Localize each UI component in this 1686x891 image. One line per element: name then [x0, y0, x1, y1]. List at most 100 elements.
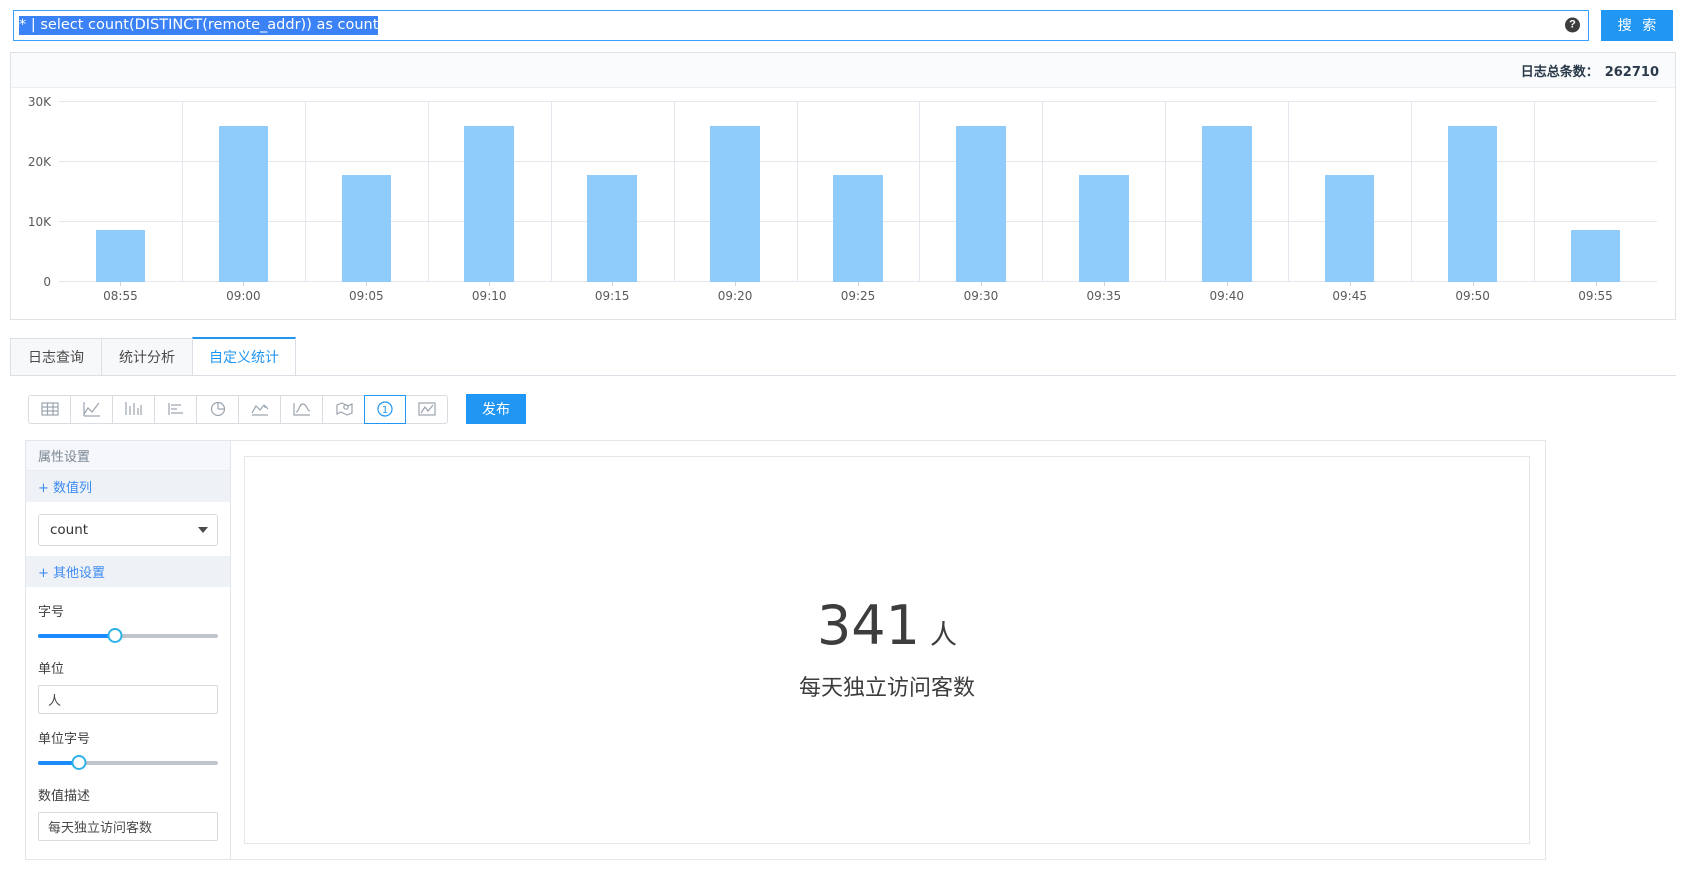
map-chart-icon[interactable]	[322, 394, 364, 424]
x-axis-tick-mark	[1349, 282, 1351, 286]
value-desc-input[interactable]: 每天独立访问客数	[38, 812, 218, 841]
unit-label: 单位	[38, 662, 65, 677]
x-gridline	[1042, 102, 1044, 282]
line-chart-icon[interactable]	[70, 394, 112, 424]
x-axis-tick-label: 09:05	[349, 289, 384, 303]
histogram-bar[interactable]	[833, 175, 883, 282]
tab-3[interactable]: 自定义统计	[192, 337, 296, 375]
x-axis-tick-mark	[1472, 282, 1474, 286]
x-axis-tick-label: 09:00	[226, 289, 261, 303]
histogram-bar[interactable]	[710, 126, 760, 282]
x-axis-tick-mark	[735, 282, 737, 286]
question-mark-icon[interactable]: ?	[1565, 17, 1580, 33]
single-value-icon[interactable]: 1	[364, 394, 406, 424]
x-axis-tick-label: 09:55	[1578, 289, 1613, 303]
value-column-section[interactable]: + 数值列	[26, 471, 230, 502]
x-axis-tick-mark	[243, 282, 245, 286]
font-size-field: 字号	[26, 601, 230, 644]
publish-button[interactable]: 发布	[466, 394, 526, 424]
histogram-plot[interactable]: 0 10K 20K 30K 08:55 09:00 09:05 09:10 09:15 09:20…	[28, 95, 1657, 303]
tab-1[interactable]: 日志查询	[10, 338, 102, 375]
slider-fill	[38, 634, 116, 638]
font-size-label: 字号	[38, 605, 65, 620]
x-axis-tick-label: 09:45	[1332, 289, 1367, 303]
properties-title: 属性设置	[26, 441, 230, 471]
histogram-bar[interactable]	[1570, 230, 1621, 282]
x-gridline	[181, 102, 183, 282]
y-gridline: 20K	[28, 155, 1657, 169]
x-gridline	[1534, 102, 1536, 282]
x-axis-tick-mark	[366, 282, 368, 286]
chart-type-icon-group: 1	[28, 394, 448, 424]
x-gridline	[1165, 102, 1167, 282]
search-button[interactable]: 搜 索	[1601, 9, 1673, 41]
unit-font-size-slider[interactable]	[38, 755, 218, 771]
chart-type-toolbar: 1 发布	[28, 394, 526, 424]
value-column-field: count	[26, 502, 230, 556]
x-gridline	[673, 102, 675, 282]
x-axis-tick-mark	[1226, 282, 1228, 286]
x-axis-tick-mark	[980, 282, 982, 286]
unit-font-size-field: 单位字号	[26, 728, 230, 771]
x-axis-tick-label: 09:20	[717, 289, 753, 303]
histogram-bar[interactable]	[1079, 175, 1129, 282]
table-icon[interactable]	[28, 394, 70, 424]
gauge-chart-icon[interactable]	[406, 394, 448, 424]
x-gridline	[304, 102, 306, 282]
unit-input[interactable]: 人	[38, 685, 218, 714]
x-axis-tick-label: 09:35	[1086, 289, 1122, 303]
unit-field: 单位 人	[26, 658, 230, 714]
x-axis-tick-label: 09:10	[471, 289, 507, 303]
value-desc-label: 数值描述	[38, 789, 91, 804]
chart-header: 日志总条数： 262710	[11, 53, 1675, 88]
bar-chart-icon[interactable]	[154, 394, 196, 424]
histogram-bar[interactable]	[956, 126, 1006, 282]
histogram-bar[interactable]	[1324, 175, 1375, 282]
histogram-bar[interactable]	[218, 126, 269, 282]
histogram-bar[interactable]	[1447, 126, 1498, 282]
editor-area: 属性设置 + 数值列 count + 其他设置 字号 单位 人 单位字号 数值描…	[25, 440, 1546, 860]
histogram-bar[interactable]	[587, 175, 637, 282]
x-gridline	[919, 102, 921, 282]
search-bar: * | select count(DISTINCT(remote_addr)) …	[0, 0, 1686, 50]
x-gridline	[427, 102, 429, 282]
slider-thumb[interactable]	[107, 628, 123, 643]
area-chart-icon[interactable]	[238, 394, 280, 424]
preview-unit: 人	[930, 619, 958, 651]
preview-value-row: 341 人	[817, 598, 958, 653]
preview-value: 341	[816, 593, 921, 657]
x-gridline	[796, 102, 798, 282]
tab-bar: 日志查询 统计分析 自定义统计	[10, 337, 1676, 376]
tab-2[interactable]: 统计分析	[101, 338, 193, 375]
slider-thumb[interactable]	[71, 755, 87, 770]
search-input[interactable]: * | select count(DISTINCT(remote_addr)) …	[13, 9, 1589, 41]
value-desc-field: 数值描述 每天独立访问客数	[26, 785, 230, 841]
histogram-bar[interactable]	[1202, 126, 1252, 282]
x-axis-tick-mark	[489, 282, 491, 286]
unit-font-size-label: 单位字号	[38, 732, 91, 747]
other-settings-section[interactable]: + 其他设置	[26, 556, 230, 587]
histogram-panel: 日志总条数： 262710 0 10K 20K 30K 08:55 09:00 09:05 09…	[10, 52, 1676, 320]
value-column-selected-text: count	[50, 522, 89, 538]
font-size-slider[interactable]	[38, 628, 218, 644]
value-column-select[interactable]: count	[38, 514, 218, 546]
log-total-label: 日志总条数：	[1520, 64, 1599, 80]
y-axis-tick-label: 30K	[27, 95, 51, 109]
log-total-value: 262710	[1604, 64, 1659, 80]
x-axis-tick-label: 09:40	[1209, 289, 1245, 303]
histogram-bar[interactable]	[341, 175, 392, 282]
chart-body: 0 10K 20K 30K 08:55 09:00 09:05 09:10 09:15 09:20…	[11, 88, 1675, 319]
histogram-bar[interactable]	[464, 126, 514, 282]
y-gridline: 30K	[28, 95, 1657, 109]
column-chart-icon[interactable]	[112, 394, 154, 424]
svg-text:1: 1	[382, 405, 388, 416]
pie-chart-icon[interactable]	[196, 394, 238, 424]
x-gridline	[1288, 102, 1290, 282]
x-axis-tick-mark	[1595, 282, 1597, 286]
x-axis-tick-label: 09:25	[840, 289, 876, 303]
x-gridline	[1411, 102, 1413, 282]
histogram-bar[interactable]	[95, 230, 146, 282]
curve-chart-icon[interactable]	[280, 394, 322, 424]
search-query-text: * | select count(DISTINCT(remote_addr)) …	[19, 15, 379, 35]
x-axis-tick-label: 09:50	[1455, 289, 1490, 303]
